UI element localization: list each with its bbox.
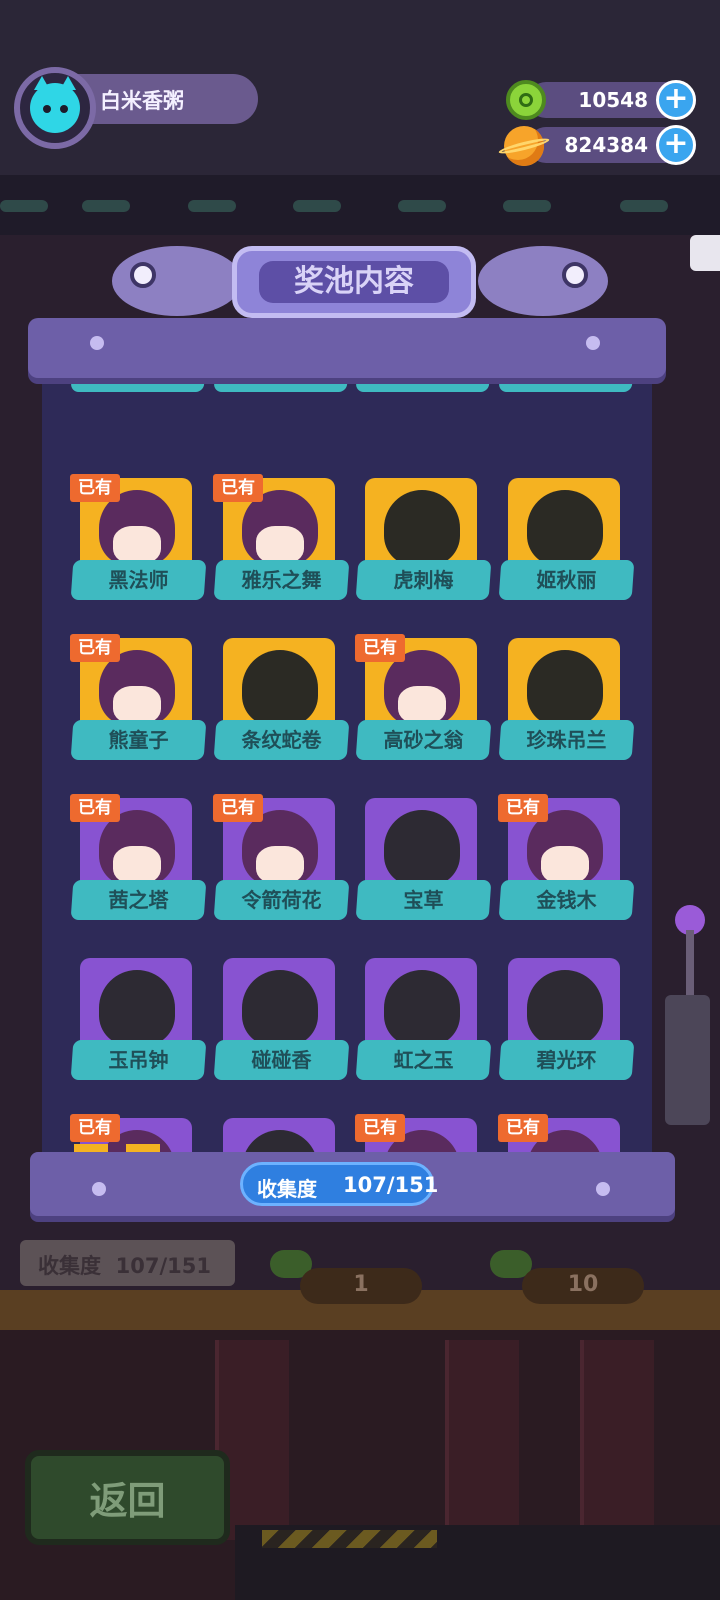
scroll-tab [126,1144,160,1152]
owned-badge: 已有 [213,474,263,502]
rail-light [188,200,236,212]
prize-card[interactable]: 碧光环 [470,958,635,1083]
prize-card[interactable]: 茜之塔 已有 [42,794,207,923]
character-silhouette [527,970,603,1046]
screw-icon [90,336,104,350]
pillar [580,1340,654,1540]
prize-grid[interactable]: 金手指玉露雷神火祭黑法师已有雅乐之舞已有虎刺梅姬秋丽熊童子已有条纹蛇卷高砂之翁已… [42,370,652,1160]
draw-ten-price-value: 10 [567,1272,599,1297]
prize-card[interactable]: 雅乐之舞 已有 [185,474,350,603]
draw-one-price: 1 [300,1268,422,1304]
owned-badge: 已有 [355,1114,405,1142]
avatar[interactable] [14,67,96,149]
prize-card[interactable]: 金钱木 已有 [470,794,635,923]
cucumber-currency: 10548 + [528,80,696,120]
add-cucumber-button[interactable]: + [656,80,696,120]
bg-collection-tag: 收集度 107/151 [20,1240,235,1286]
collection-label: 收集度 [257,1177,317,1201]
pillar [445,1340,519,1540]
owned-badge: 已有 [498,794,548,822]
back-button[interactable]: 返回 [25,1450,230,1545]
owned-badge: 已有 [70,1114,120,1142]
scissors-icon[interactable] [690,235,720,271]
character-silhouette [384,970,460,1046]
prize-card[interactable]: 虹之玉 [327,958,492,1083]
prize-list-panel[interactable]: 金手指玉露雷神火祭黑法师已有雅乐之舞已有虎刺梅姬秋丽熊童子已有条纹蛇卷高砂之翁已… [42,370,652,1160]
hazard-stripe [262,1530,437,1548]
panel-title-plate: 奖池内容 [232,246,476,318]
prize-card[interactable]: 宝草 [327,798,492,923]
rail-light [503,200,551,212]
coin-currency: 824384 + [528,125,696,165]
scroll-tab [74,1144,108,1152]
owned-badge: 已有 [213,794,263,822]
owned-badge: 已有 [355,634,405,662]
prize-card[interactable]: 玉吊钟 [42,958,207,1083]
prize-card[interactable]: 虎刺梅 [327,478,492,603]
bg-collection-text: 收集度 107/151 [38,1254,211,1278]
character-silhouette [99,970,175,1046]
back-button-label: 返回 [89,1479,166,1523]
owned-badge: 已有 [498,1114,548,1142]
screw-icon [596,1182,610,1196]
prize-card[interactable]: 令箭荷花 已有 [185,794,350,923]
prize-name: 姬秋丽 [536,568,597,592]
cat-avatar-icon [30,76,80,133]
username: 白米香粥 [100,89,184,113]
fish-decoration-right [478,246,608,316]
character-silhouette [242,970,318,1046]
prize-card[interactable]: 熊童子 已有 [42,634,207,763]
add-coin-button[interactable]: + [656,125,696,165]
draw-ten-price: 10 [522,1268,644,1304]
rail-light [620,200,668,212]
owned-badge: 已有 [70,474,120,502]
screw-icon [586,336,600,350]
collection-progress: 收集度 107/151 [240,1162,438,1206]
lever-stem [686,930,694,1000]
character-silhouette [384,490,460,566]
prize-card[interactable]: 碰碰香 [185,958,350,1083]
character-silhouette [527,650,603,726]
owned-badge: 已有 [70,794,120,822]
prize-card[interactable]: 条纹蛇卷 [185,638,350,763]
fish-decoration-left [112,246,242,316]
owned-badge: 已有 [70,634,120,662]
prize-card[interactable]: 姬秋丽 [470,478,635,603]
prize-name: 珍珠吊兰 [526,728,607,752]
rail-light [293,200,341,212]
prize-card[interactable]: 珍珠吊兰 [470,638,635,763]
cucumber-amount: 10548 [578,88,648,112]
cucumber-slice-icon [506,80,546,120]
draw-one-price-value: 1 [353,1272,369,1297]
planet-coin-icon [504,126,544,166]
prize-name: 金钱木 [536,888,597,912]
rail-light [398,200,446,212]
screw-icon [92,1182,106,1196]
character-silhouette [242,650,318,726]
prize-name: 碧光环 [536,1048,597,1072]
panel-title: 奖池内容 [259,261,449,303]
panel-header-bar [28,318,666,378]
prize-card[interactable]: 高砂之翁 已有 [327,634,492,763]
coin-amount: 824384 [564,133,649,157]
lever-box [665,995,710,1125]
character-silhouette [384,810,460,886]
rail-light [82,200,130,212]
character-silhouette [527,490,603,566]
rail-light [0,200,48,212]
collection-value: 107/151 [343,1173,439,1197]
prize-card[interactable]: 黑法师 已有 [42,474,207,603]
